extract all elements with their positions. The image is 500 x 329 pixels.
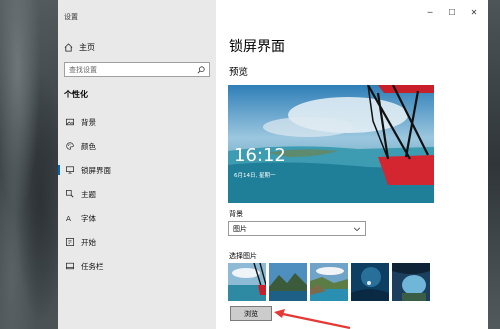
font-icon: A bbox=[66, 214, 71, 222]
palette-icon bbox=[66, 142, 74, 150]
sidebar-item-lock-screen[interactable]: 锁屏界面 bbox=[58, 162, 216, 178]
start-icon bbox=[66, 238, 74, 246]
thumbnail-mountain-lake[interactable] bbox=[269, 263, 307, 301]
sidebar-item-background[interactable]: 背景 bbox=[58, 114, 216, 130]
preview-clock: 16:12 bbox=[234, 145, 286, 166]
sidebar: 设置 主页 个性化 背景 颜色 锁屏界面 主题 A 字体 bbox=[58, 0, 216, 329]
choose-picture-label: 选择图片 bbox=[229, 252, 257, 260]
sidebar-item-fonts[interactable]: A 字体 bbox=[58, 210, 216, 226]
monitor-icon bbox=[66, 166, 74, 174]
chevron-down-icon bbox=[353, 227, 361, 231]
preview-date: 6月14日, 星期一 bbox=[234, 173, 276, 179]
sidebar-item-label: 字体 bbox=[81, 213, 96, 223]
maximize-button[interactable]: ☐ bbox=[446, 8, 458, 17]
search-box[interactable] bbox=[64, 62, 210, 77]
thumbnail-underwater-diver[interactable] bbox=[351, 263, 389, 301]
close-button[interactable]: ✕ bbox=[468, 8, 480, 17]
sidebar-item-taskbar[interactable]: 任务栏 bbox=[58, 258, 216, 274]
sidebar-item-start[interactable]: 开始 bbox=[58, 234, 216, 250]
sidebar-item-themes[interactable]: 主题 bbox=[58, 186, 216, 202]
annotation-arrow bbox=[274, 309, 351, 329]
home-icon bbox=[64, 42, 73, 52]
sidebar-item-label: 背景 bbox=[81, 117, 96, 127]
sidebar-item-colors[interactable]: 颜色 bbox=[58, 138, 216, 154]
brush-icon bbox=[66, 190, 74, 198]
settings-window: ─ ☐ ✕ 设置 主页 个性化 背景 颜色 锁屏界面 主题 bbox=[58, 0, 488, 329]
sidebar-item-label: 锁屏界面 bbox=[81, 165, 111, 175]
thumbnail-plane-cockpit[interactable] bbox=[228, 263, 266, 301]
app-title: 设置 bbox=[64, 13, 78, 21]
background-label: 背景 bbox=[229, 210, 243, 218]
sidebar-item-label: 任务栏 bbox=[81, 261, 104, 271]
home-link[interactable]: 主页 bbox=[64, 40, 95, 54]
background-select-value: 图片 bbox=[233, 224, 247, 233]
minimize-button[interactable]: ─ bbox=[424, 8, 436, 17]
section-title: 个性化 bbox=[64, 90, 88, 99]
preview-image bbox=[228, 85, 434, 203]
search-input[interactable] bbox=[69, 65, 187, 74]
picture-icon bbox=[66, 118, 74, 126]
desktop-background-left bbox=[0, 0, 58, 329]
page-title: 锁屏界面 bbox=[229, 39, 285, 55]
preview-label: 预览 bbox=[229, 67, 249, 78]
browse-button[interactable]: 浏览 bbox=[230, 306, 272, 321]
svg-text:A: A bbox=[66, 214, 71, 222]
sidebar-item-label: 颜色 bbox=[81, 141, 96, 151]
sidebar-item-label: 主题 bbox=[81, 189, 96, 199]
desktop-background-right bbox=[488, 0, 500, 329]
lock-screen-preview: 16:12 6月14日, 星期一 bbox=[228, 85, 434, 203]
background-select[interactable]: 图片 bbox=[228, 221, 366, 236]
sidebar-item-label: 开始 bbox=[81, 237, 96, 247]
picture-thumbnails bbox=[228, 263, 430, 301]
thumbnail-coastal-cliffs[interactable] bbox=[310, 263, 348, 301]
search-icon[interactable] bbox=[197, 65, 205, 74]
taskbar-icon bbox=[66, 262, 74, 270]
thumbnail-ice-cave[interactable] bbox=[392, 263, 430, 301]
home-label: 主页 bbox=[79, 42, 95, 52]
